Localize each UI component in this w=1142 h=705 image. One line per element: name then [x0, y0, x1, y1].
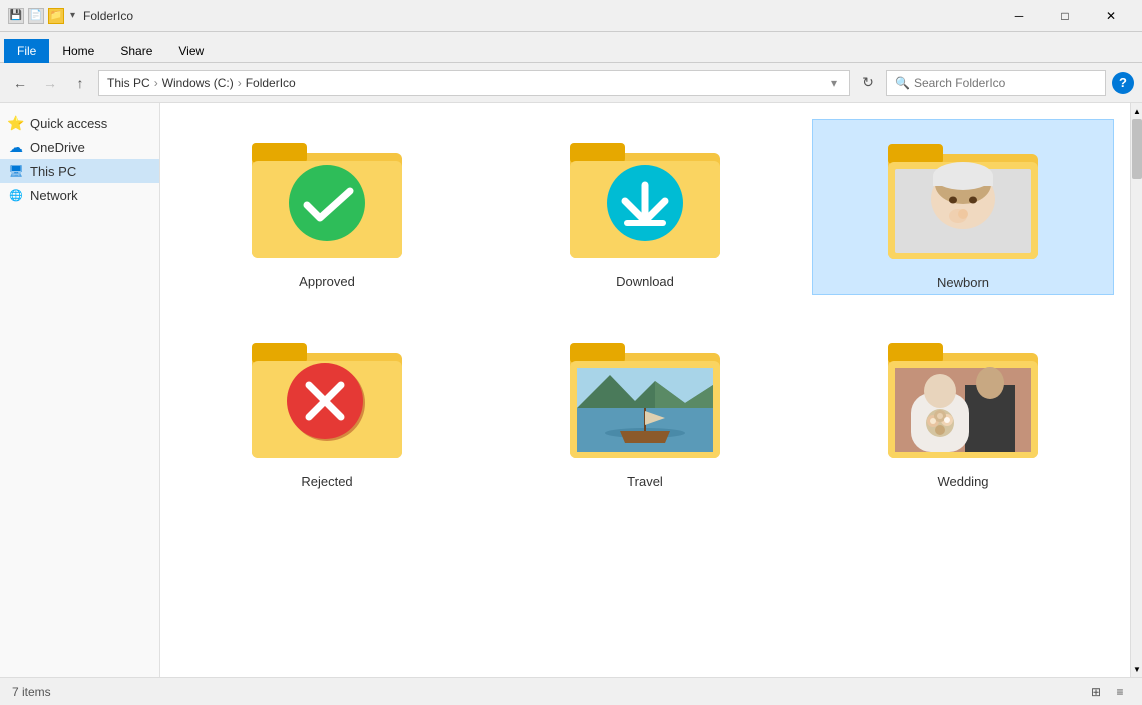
minimize-button[interactable]: ─: [996, 0, 1042, 32]
item-count: 7 items: [12, 685, 51, 699]
onedrive-label: OneDrive: [30, 140, 85, 155]
folder-rejected[interactable]: Rejected: [176, 319, 478, 493]
folder-travel[interactable]: Travel: [494, 319, 796, 493]
ribbon-tabs: File Home Share View: [0, 32, 1142, 62]
search-icon: 🔍: [895, 76, 910, 90]
breadcrumb-folderico[interactable]: FolderIco: [246, 76, 296, 90]
breadcrumb-thispc[interactable]: This PC: [107, 76, 150, 90]
status-bar: 7 items ⊞ ≡: [0, 677, 1142, 705]
folder-approved[interactable]: Approved: [176, 119, 478, 295]
network-icon: 🌐: [8, 187, 24, 203]
scroll-thumb[interactable]: [1132, 119, 1142, 179]
view-controls: ⊞ ≡: [1086, 682, 1130, 702]
sidebar-item-this-pc[interactable]: 🖥 This PC: [0, 159, 159, 183]
address-bar: ← → ↑ This PC › Windows (C:) › FolderIco…: [0, 63, 1142, 103]
window-title: FolderIco: [83, 9, 996, 23]
title-bar: 💾 📄 📁 ▾ FolderIco ─ □ ✕: [0, 0, 1142, 32]
refresh-button[interactable]: ↻: [856, 71, 880, 95]
maximize-button[interactable]: □: [1042, 0, 1088, 32]
breadcrumb-dropdown[interactable]: ▾: [831, 76, 837, 90]
search-box[interactable]: 🔍: [886, 70, 1106, 96]
title-bar-controls: ─ □ ✕: [996, 0, 1134, 32]
breadcrumb-windows[interactable]: Windows (C:): [162, 76, 234, 90]
scroll-down-button[interactable]: ▼: [1131, 661, 1142, 677]
folder-download-icon: [565, 123, 725, 268]
onedrive-icon: ☁: [8, 139, 24, 155]
folder-rejected-icon: [247, 323, 407, 468]
folder-wedding-label: Wedding: [937, 474, 988, 489]
app-icon-folder: 📁: [48, 8, 64, 24]
tab-file[interactable]: File: [4, 39, 49, 63]
folder-grid: Approved Download: [176, 119, 1114, 493]
sidebar: ⭐ Quick access ☁ OneDrive 🖥 This PC 🌐 Ne…: [0, 103, 160, 677]
tab-home[interactable]: Home: [49, 39, 107, 62]
folder-newborn-icon: [883, 124, 1043, 269]
folder-wedding-icon: [883, 323, 1043, 468]
file-content: Approved Download: [160, 103, 1130, 677]
folder-download[interactable]: Download: [494, 119, 796, 295]
this-pc-label: This PC: [30, 164, 76, 179]
network-label: Network: [30, 188, 78, 203]
close-button[interactable]: ✕: [1088, 0, 1134, 32]
folder-approved-label: Approved: [299, 274, 355, 289]
tab-view[interactable]: View: [165, 39, 217, 62]
grid-view-button[interactable]: ⊞: [1086, 682, 1106, 702]
scroll-up-button[interactable]: ▲: [1131, 103, 1142, 119]
folder-travel-label: Travel: [627, 474, 663, 489]
list-view-button[interactable]: ≡: [1110, 682, 1130, 702]
forward-button[interactable]: →: [38, 71, 62, 95]
this-pc-icon: 🖥: [8, 163, 24, 179]
main-area: ⭐ Quick access ☁ OneDrive 🖥 This PC 🌐 Ne…: [0, 103, 1142, 677]
breadcrumb-sep1: ›: [154, 76, 158, 90]
app-icon-doc: 📄: [28, 8, 44, 24]
back-button[interactable]: ←: [8, 71, 32, 95]
tab-share[interactable]: Share: [107, 39, 165, 62]
folder-download-label: Download: [616, 274, 674, 289]
app-icon-save: 💾: [8, 8, 24, 24]
scroll-track: [1131, 119, 1142, 661]
folder-travel-icon: [565, 323, 725, 468]
folder-approved-icon: [247, 123, 407, 268]
sidebar-item-onedrive[interactable]: ☁ OneDrive: [0, 135, 159, 159]
folder-newborn-label: Newborn: [937, 275, 989, 290]
search-input[interactable]: [914, 76, 1097, 90]
title-bar-icons: 💾 📄 📁 ▾: [8, 8, 75, 24]
address-path[interactable]: This PC › Windows (C:) › FolderIco ▾: [98, 70, 850, 96]
sidebar-item-network[interactable]: 🌐 Network: [0, 183, 159, 207]
quick-access-label: Quick access: [30, 116, 107, 131]
sidebar-item-quick-access[interactable]: ⭐ Quick access: [0, 111, 159, 135]
title-bar-menu-arrow[interactable]: ▾: [70, 10, 75, 21]
help-button[interactable]: ?: [1112, 72, 1134, 94]
up-button[interactable]: ↑: [68, 71, 92, 95]
breadcrumb-sep2: ›: [238, 76, 242, 90]
scrollbar[interactable]: ▲ ▼: [1130, 103, 1142, 677]
folder-wedding[interactable]: Wedding: [812, 319, 1114, 493]
quick-access-icon: ⭐: [8, 115, 24, 131]
ribbon: File Home Share View: [0, 32, 1142, 63]
folder-rejected-label: Rejected: [301, 474, 352, 489]
folder-newborn[interactable]: Newborn: [812, 119, 1114, 295]
